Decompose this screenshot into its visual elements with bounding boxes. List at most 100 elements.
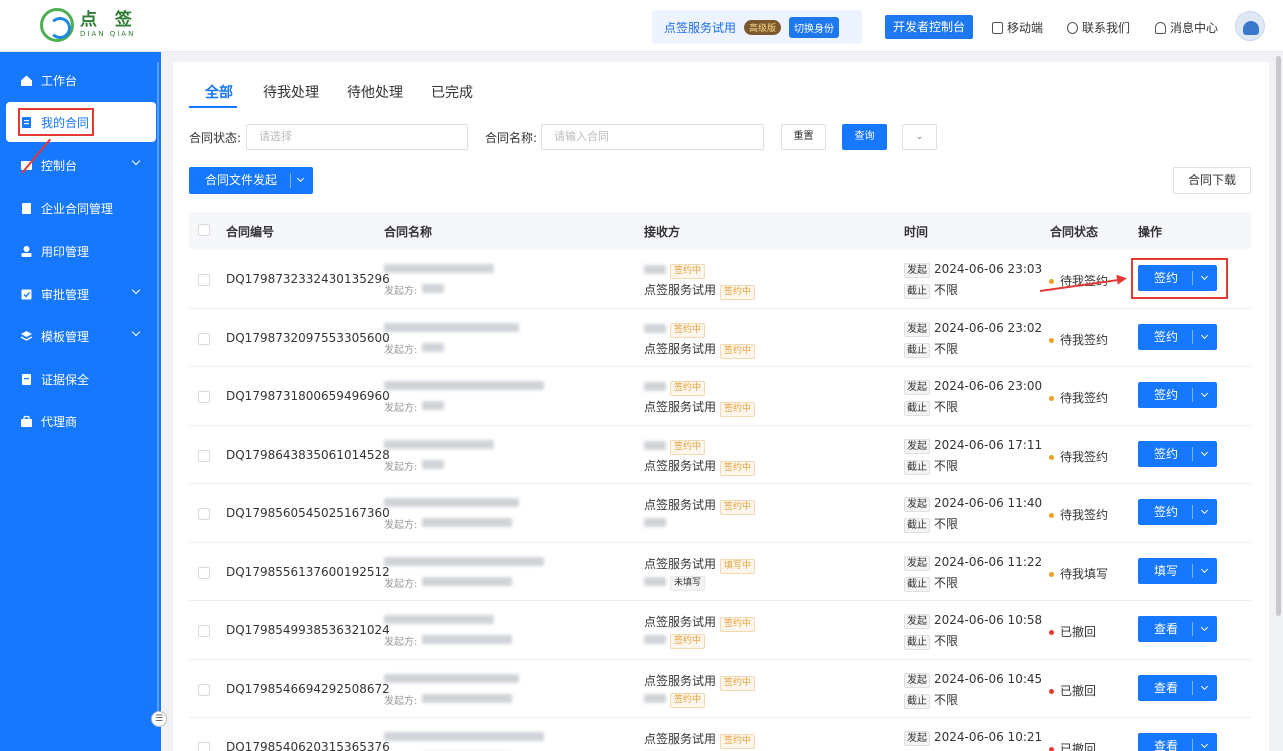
chevron-down-icon[interactable] — [1200, 565, 1209, 573]
end-time: 截止不限 — [904, 457, 958, 475]
tab-pending-me[interactable]: 待我处理 — [263, 82, 319, 102]
expand-filters-button[interactable]: ⌄ — [902, 124, 937, 150]
sidebar-item-console[interactable]: 控制台 — [0, 145, 157, 185]
row-action-button[interactable]: 查看 — [1138, 733, 1217, 751]
redacted-contract-name — [384, 381, 544, 390]
redacted-recipient — [644, 323, 666, 333]
recipient-line: 签约中 — [644, 321, 706, 338]
chevron-down-icon[interactable] — [1200, 740, 1209, 749]
row-action-label: 签约 — [1154, 329, 1179, 344]
sidebar-item-agent[interactable]: 代理商 — [0, 401, 157, 441]
table-row[interactable]: DQ1798560545025167360 发起方: 点签服务试用 签约中 发起 2024… — [189, 484, 1251, 543]
redacted-initiator — [422, 459, 444, 469]
recipient-line: 点签服务试用 签约中 — [644, 281, 756, 300]
sidebar-collapse-icon[interactable]: ☰ — [151, 711, 167, 727]
message-center-link[interactable]: 消息中心 — [1155, 19, 1218, 36]
col-contract-name: 合同名称 — [384, 225, 433, 239]
recipient-status-tag: 签约中 — [670, 439, 706, 455]
row-checkbox[interactable] — [198, 332, 210, 345]
recipient-status-tag: 未填写 — [670, 575, 706, 591]
recipient-line: 签约中 — [644, 691, 706, 708]
status-filter-label: 合同状态: — [189, 131, 242, 145]
chevron-down-icon[interactable] — [1200, 506, 1209, 515]
mobile-link[interactable]: 移动端 — [992, 19, 1043, 36]
reset-button[interactable]: 重置 — [781, 124, 826, 150]
end-time: 截止不限 — [904, 340, 958, 358]
table-row[interactable]: DQ1798643835061014528 发起方: 签约中 点签服务试用 签约中 发起 2… — [189, 426, 1251, 484]
seal-icon — [20, 245, 33, 258]
sidebar-item-templates[interactable]: 模板管理 — [0, 316, 157, 356]
sidebar-item-workbench[interactable]: 工作台 — [0, 60, 157, 100]
recipient-status-tag: 签约中 — [720, 285, 756, 300]
chevron-down-icon — [131, 327, 141, 337]
sidebar-scrollbar[interactable] — [157, 62, 159, 712]
user-avatar[interactable] — [1235, 11, 1265, 41]
table-row[interactable]: DQ1798732332430135296 发起方: 签约中 点签服务试用 签约中 发起 2… — [189, 250, 1251, 309]
row-checkbox[interactable] — [198, 508, 210, 520]
row-action-button[interactable]: 签约 — [1138, 440, 1217, 467]
sidebar-item-enterprise-contracts[interactable]: 企业合同管理 — [0, 188, 157, 228]
chevron-down-icon[interactable] — [296, 174, 305, 183]
row-checkbox[interactable] — [198, 274, 210, 286]
chevron-down-icon[interactable] — [1200, 682, 1209, 690]
sidebar-item-label: 企业合同管理 — [41, 201, 114, 216]
row-action-button[interactable]: 签约 — [1138, 499, 1217, 525]
table-row[interactable]: DQ1798546694292508672 发起方: 点签服务试用 签约中 签约中 发起 2… — [189, 660, 1251, 718]
tab-pending-others[interactable]: 待他处理 — [347, 82, 403, 102]
row-action-button[interactable]: 签约 — [1138, 382, 1217, 408]
switch-identity-button[interactable]: 切换身份 — [789, 16, 840, 38]
developer-console-button[interactable]: 开发者控制台 — [885, 15, 974, 39]
sidebar-item-label: 控制台 — [41, 158, 78, 173]
sidebar-item-approval[interactable]: 审批管理 — [0, 274, 157, 314]
sidebar-item-evidence[interactable]: 证据保全 — [0, 359, 157, 399]
row-checkbox[interactable] — [198, 742, 210, 751]
table-row[interactable]: DQ1798732097553305600 发起方: 签约中 点签服务试用 签约中 发起 2… — [189, 309, 1251, 367]
contract-name-input[interactable]: 请输入合同 — [541, 124, 764, 150]
table-row[interactable]: DQ1798549938536321024 发起方: 点签服务试用 签约中 签约中 发起 2… — [189, 601, 1251, 660]
recipient-name: 点签服务试用 — [644, 673, 717, 688]
redacted-contract-name — [384, 673, 519, 683]
end-time: 截止不限 — [904, 691, 958, 709]
chevron-down-icon[interactable] — [1200, 389, 1209, 398]
page-scrollbar[interactable] — [1276, 56, 1281, 616]
col-contract-id: 合同编号 — [226, 225, 275, 239]
active-tab-indicator — [189, 106, 237, 108]
row-checkbox[interactable] — [198, 683, 210, 696]
row-action-button[interactable]: 查看 — [1138, 674, 1217, 701]
sidebar-item-seal-management[interactable]: 用印管理 — [0, 231, 157, 271]
row-action-button[interactable]: 填写 — [1138, 557, 1217, 584]
select-all-checkbox[interactable] — [198, 224, 210, 236]
status-badge: 已撤回 — [1049, 682, 1096, 699]
chevron-down-icon[interactable] — [1200, 331, 1209, 339]
status-select[interactable]: 请选择 — [246, 124, 468, 150]
agent-icon — [20, 415, 33, 428]
tab-completed[interactable]: 已完成 — [431, 82, 473, 102]
row-checkbox[interactable] — [198, 625, 210, 637]
search-button[interactable]: 查询 — [842, 124, 887, 150]
bell-icon — [1155, 21, 1166, 34]
chevron-down-icon[interactable] — [1200, 623, 1209, 632]
recipient-name: 点签服务试用 — [644, 283, 717, 297]
row-action-button[interactable]: 签约 — [1138, 323, 1217, 350]
recipient-line: 点签服务试用 签约中 — [644, 613, 756, 632]
approval-icon — [20, 288, 33, 301]
annotation-highlight-box — [18, 108, 94, 136]
table-row[interactable]: DQ1798556137600192512 发起方: 点签服务试用 填写中 未填写 发起 2… — [189, 543, 1251, 601]
brand-logo[interactable]: 点 签 DIAN QIAN — [40, 8, 138, 42]
contact-link[interactable]: 联系我们 — [1067, 19, 1130, 36]
tab-all[interactable]: 全部 — [205, 82, 233, 102]
launch-contract-button[interactable]: 合同文件发起 — [189, 167, 313, 194]
row-checkbox[interactable] — [198, 449, 210, 462]
chevron-down-icon[interactable] — [1200, 448, 1209, 456]
row-checkbox[interactable] — [198, 391, 210, 403]
table-row[interactable]: DQ1798731800659496960 发起方: 签约中 点签服务试用 签约中 发起 2… — [189, 367, 1251, 426]
redacted-recipient — [644, 440, 666, 450]
table-row[interactable]: DQ1798540620315365376发起方:点签服务试用签约中发起2024… — [189, 718, 1251, 751]
row-checkbox[interactable] — [198, 566, 210, 579]
download-contract-button[interactable]: 合同下载 — [1173, 167, 1251, 194]
redacted-contract-name — [384, 498, 519, 507]
row-action-button[interactable]: 查看 — [1138, 616, 1217, 642]
recipient-line: 未填写 — [644, 574, 706, 591]
redacted-initiator — [422, 401, 444, 410]
col-time: 时间 — [904, 225, 929, 239]
